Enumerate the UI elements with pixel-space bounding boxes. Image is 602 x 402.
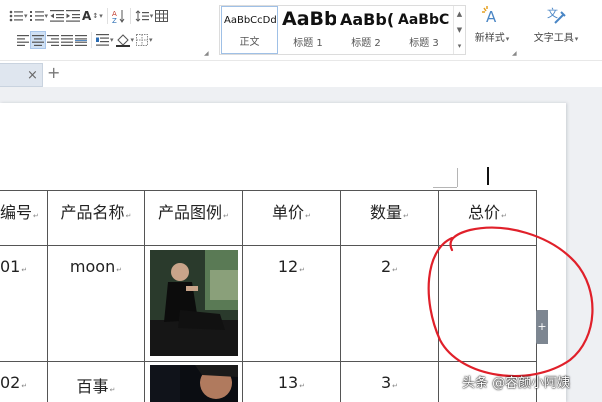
watermark: 头条 @容颜小阿姨 xyxy=(462,376,571,391)
side-expand-tab[interactable]: + xyxy=(536,310,548,344)
red-annotation-circle xyxy=(427,226,594,378)
